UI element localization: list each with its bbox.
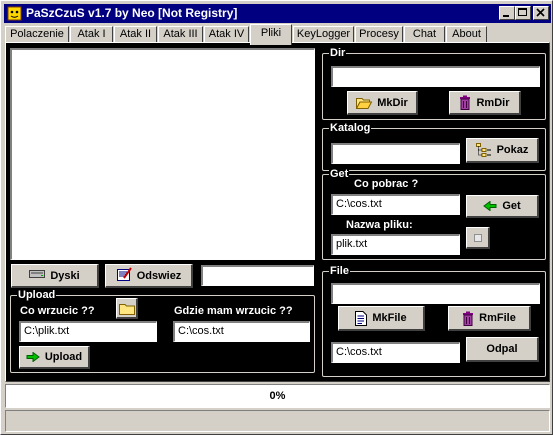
tree-icon — [475, 143, 491, 157]
browse-button[interactable] — [116, 298, 138, 319]
status-bar — [5, 410, 550, 432]
dyski-label: Dyski — [50, 269, 80, 282]
dyski-button[interactable]: Dyski — [11, 264, 99, 288]
close-icon — [536, 8, 545, 17]
title-bar[interactable]: PaSzCzuS v1.7 by Neo [Not Registry] — [4, 4, 551, 23]
open-file-field[interactable]: C:\cos.txt — [331, 342, 460, 363]
odpal-button[interactable]: Odpal — [466, 337, 539, 362]
progress-text: 0% — [269, 390, 286, 402]
minimize-icon — [503, 15, 509, 17]
mkfile-button[interactable]: MkFile — [338, 306, 425, 331]
arrow-right-icon — [26, 352, 40, 362]
get-name-label: Nazwa pliku: — [346, 219, 413, 231]
upload-label: Upload — [44, 351, 83, 363]
tab-pliki[interactable]: Pliki — [250, 24, 292, 45]
get-source-label: Co pobrac ? — [354, 178, 419, 190]
get-source-field[interactable]: C:\cos.txt — [331, 194, 460, 215]
trash-icon — [460, 95, 471, 110]
maximize-icon — [518, 8, 527, 16]
get-title: Get — [329, 167, 350, 181]
pokaz-label: Pokaz — [496, 144, 529, 156]
progress-bar: 0% — [5, 384, 550, 408]
rmdir-button[interactable]: RmDir — [449, 91, 521, 115]
window-title: PaSzCzuS v1.7 by Neo [Not Registry] — [26, 6, 238, 20]
rmfile-button[interactable]: RmFile — [448, 306, 531, 331]
odswiez-label: Odswiez — [136, 269, 182, 282]
dir-field[interactable] — [331, 66, 540, 87]
mkdir-button[interactable]: MkDir — [347, 91, 418, 115]
odswiez-button[interactable]: Odswiez — [105, 264, 193, 288]
refresh-icon — [116, 266, 132, 285]
dir-title: Dir — [329, 46, 347, 60]
new-file-icon — [355, 310, 368, 326]
arrow-left-icon — [483, 201, 497, 211]
open-folder-icon — [356, 98, 373, 109]
get-extra-button[interactable] — [466, 227, 490, 249]
blank-icon — [473, 233, 482, 242]
rmfile-label: RmFile — [479, 312, 516, 324]
drive-icon — [29, 269, 46, 282]
get-button[interactable]: Get — [466, 195, 539, 218]
get-label: Get — [502, 200, 521, 212]
upload-dest-label: Gdzie mam wrzucic ?? — [174, 305, 293, 317]
upload-group: Upload Co wrzucic ?? C:\plik.txt Gdzie m… — [10, 288, 315, 373]
file-title: File — [329, 264, 350, 278]
app-window: PaSzCzuS v1.7 by Neo [Not Registry] Pola… — [0, 0, 553, 435]
katalog-group: Katalog Pokaz — [322, 121, 546, 171]
app-icon — [7, 6, 22, 21]
upload-source-label: Co wrzucic ?? — [20, 305, 95, 317]
odpal-label: Odpal — [486, 343, 518, 355]
path-field[interactable] — [201, 265, 314, 286]
upload-dest-field[interactable]: C:\cos.txt — [173, 321, 310, 342]
pliki-panel: Dyski Odswiez Upload Co wrzucic ?? C:\pl… — [5, 42, 550, 382]
file-list[interactable] — [10, 48, 315, 260]
katalog-field[interactable] — [331, 143, 460, 164]
katalog-title: Katalog — [329, 121, 372, 135]
upload-title: Upload — [17, 288, 57, 302]
minimize-button[interactable] — [499, 6, 515, 20]
upload-source-field[interactable]: C:\plik.txt — [19, 321, 157, 342]
mkfile-label: MkFile — [372, 312, 407, 324]
trash-icon — [463, 311, 474, 326]
close-button[interactable] — [533, 6, 549, 20]
upload-button[interactable]: Upload — [19, 346, 90, 369]
file-group: File MkFile RmFile C:\cos.txt Odpal — [322, 264, 546, 377]
rmdir-label: RmDir — [476, 96, 510, 109]
maximize-button[interactable] — [515, 6, 531, 20]
mkdir-label: MkDir — [377, 96, 408, 109]
get-name-field[interactable]: plik.txt — [331, 234, 460, 255]
file-field[interactable] — [331, 283, 540, 304]
dir-group: Dir MkDir RmDir — [322, 46, 546, 120]
pokaz-button[interactable]: Pokaz — [466, 138, 539, 163]
folder-icon — [118, 303, 135, 315]
get-group: Get Co pobrac ? C:\cos.txt Get Nazwa pli… — [322, 167, 546, 260]
